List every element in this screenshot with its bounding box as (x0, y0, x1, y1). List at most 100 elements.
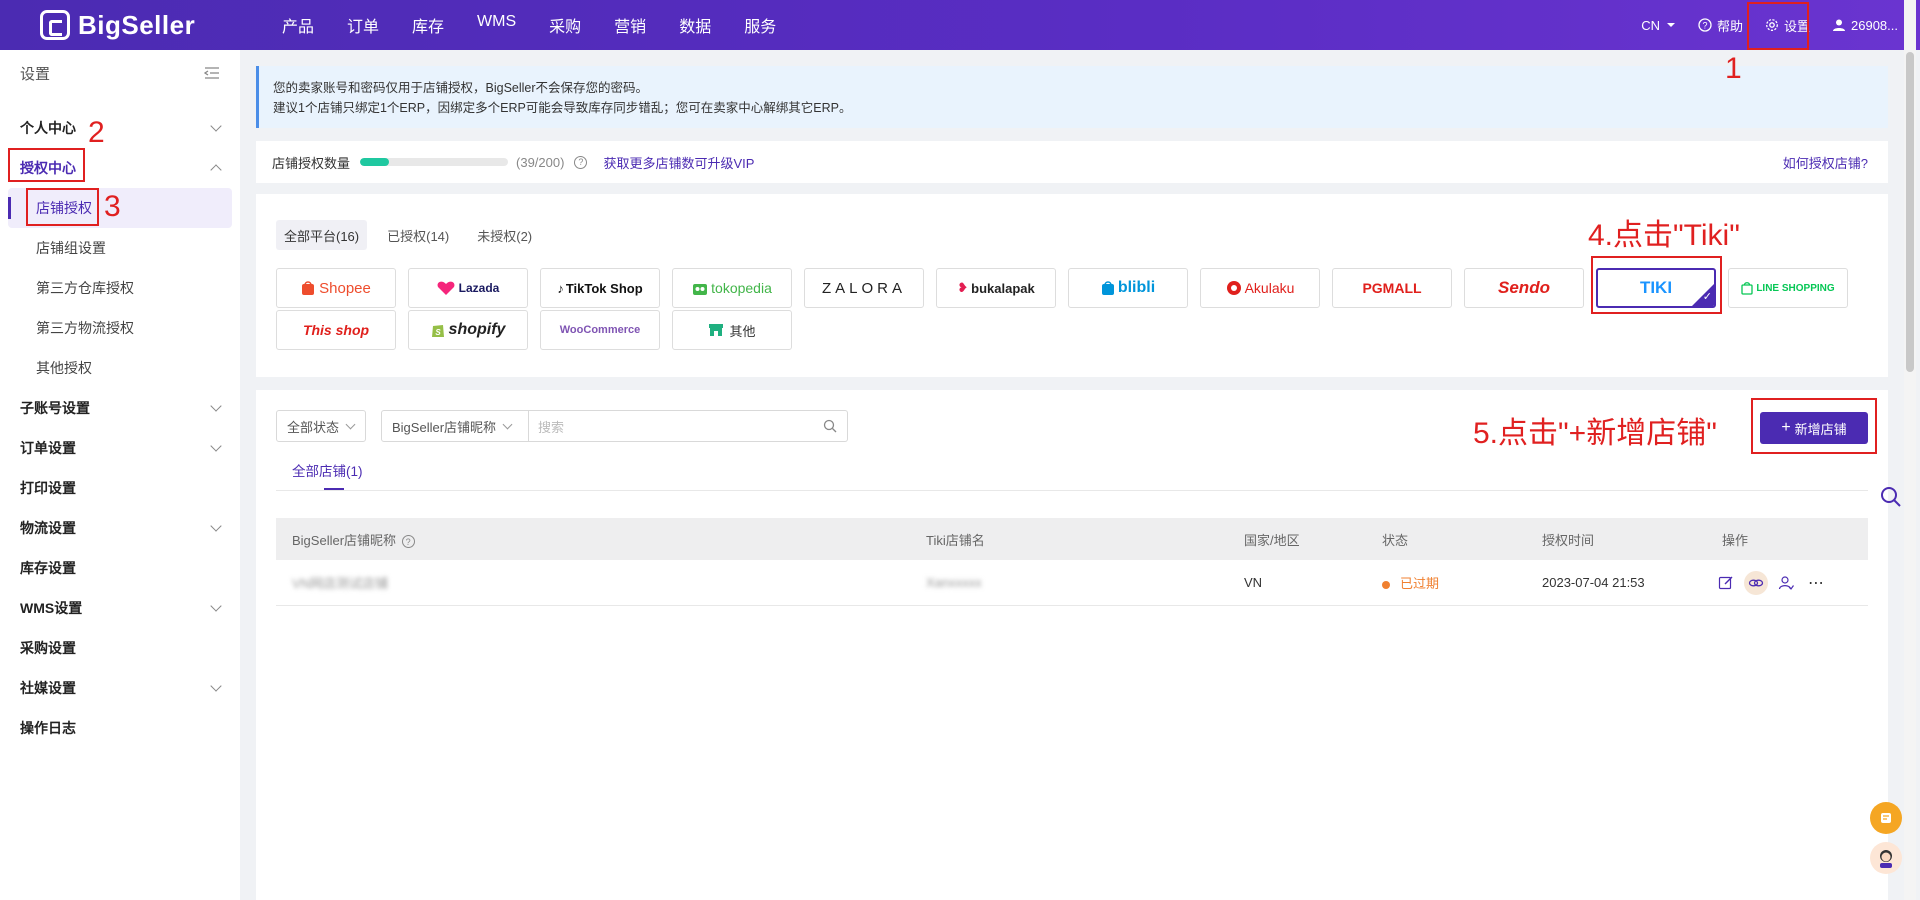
platform-shopify[interactable]: S shopify (408, 310, 528, 350)
support-avatar-icon[interactable] (1870, 842, 1902, 874)
nav-products[interactable]: 产品 (282, 13, 314, 37)
platform-tiktok-shop[interactable]: ♪ TikTok Shop (540, 268, 660, 308)
platform-blibli[interactable]: blibli (1068, 268, 1188, 308)
user-manage-icon[interactable] (1774, 571, 1798, 595)
how-to-authorize-link[interactable]: 如何授权店铺? (1783, 153, 1868, 172)
annotation-step-3: 3 (104, 190, 121, 223)
chevron-down-icon (345, 419, 356, 429)
search-field-select[interactable]: BigSeller店铺昵称 (381, 410, 529, 442)
nav-purchase[interactable]: 采购 (549, 13, 581, 37)
bigseller-logo[interactable]: BigSeller (40, 10, 220, 41)
more-icon[interactable]: ⋯ (1804, 571, 1828, 595)
platform-bukalapak[interactable]: ❥ bukalapak (936, 268, 1056, 308)
platform-pgmall[interactable]: PGMALL (1332, 268, 1452, 308)
sidebar-item-label: 子账号设置 (20, 400, 90, 416)
tab-divider (276, 490, 1868, 491)
quota-help-icon[interactable]: ? (574, 155, 588, 169)
sidebar-item-label: 打印设置 (20, 480, 76, 496)
status-dot (1382, 580, 1390, 589)
platform-woocommerce[interactable]: WooCommerce (540, 310, 660, 350)
blibli-bag-icon (1101, 281, 1114, 295)
help-circle-icon[interactable]: ? (401, 535, 415, 548)
search-field-value: BigSeller店铺昵称 (392, 419, 497, 435)
sidebar-item-personal-center[interactable]: 个人中心 (0, 108, 240, 148)
sidebar-item-label: 订单设置 (20, 440, 76, 456)
platform-line-shopping[interactable]: LINE SHOPPING (1728, 268, 1848, 308)
scrollbar-track[interactable] (1904, 0, 1916, 900)
user-name: 26908... (1851, 17, 1898, 33)
col-status: 状态 (1382, 532, 1409, 548)
nav-services[interactable]: 服务 (744, 13, 776, 37)
sidebar-item-inventory-settings[interactable]: 库存设置 (0, 548, 240, 588)
sidebar-item-label: 操作日志 (20, 720, 76, 736)
user-menu[interactable]: 26908... (1832, 18, 1898, 33)
platform-akulaku[interactable]: Akulaku (1200, 268, 1320, 308)
platform-zalora[interactable]: ZALORA (804, 268, 924, 308)
annotation-step-5: 5.点击"+新增店铺" (1473, 417, 1717, 450)
sidebar-item-wms-settings[interactable]: WMS设置 (0, 588, 240, 628)
nav-marketing[interactable]: 营销 (614, 13, 646, 37)
sidebar-item-store-group[interactable]: 店铺组设置 (0, 228, 240, 268)
platform-shopee[interactable]: Shopee (276, 268, 396, 308)
shopee-bag-icon (302, 281, 315, 295)
upgrade-vip-link[interactable]: 获取更多店铺数可升级VIP (603, 153, 754, 172)
sidebar-item-order-settings[interactable]: 订单设置 (0, 428, 240, 468)
search-float-icon[interactable] (1880, 486, 1902, 508)
chevron-down-icon (210, 120, 222, 132)
tab-unauthorized[interactable]: 未授权(2) (469, 220, 540, 250)
annotation-box-tiki (1591, 256, 1722, 314)
platform-lazada[interactable]: Lazada (408, 268, 528, 308)
link-icon[interactable] (1744, 570, 1768, 595)
tab-authorized[interactable]: 已授权(14) (379, 220, 457, 250)
platform-label: Sendo (1498, 278, 1550, 297)
platform-thisshop[interactable]: This shop (276, 310, 396, 350)
platform-label: WooCommerce (559, 324, 641, 336)
sidebar-item-print-settings[interactable]: 打印设置 (0, 468, 240, 508)
platform-label: Shopee (319, 279, 371, 297)
platform-label: LINE SHOPPING (1756, 282, 1835, 294)
chevron-down-icon (210, 520, 222, 532)
platform-label: Lazada (458, 281, 500, 295)
sidebar-item-other-auth[interactable]: 其他授权 (0, 348, 240, 388)
sidebar-item-3pl-logistics[interactable]: 第三方物流授权 (0, 308, 240, 348)
collapse-menu-icon[interactable] (204, 66, 220, 80)
shopify-bag-icon: S (431, 325, 444, 337)
sidebar-item-label: 个人中心 (20, 120, 76, 136)
platform-label: PGMALL (1362, 280, 1422, 296)
sidebar-header: 设置 (0, 50, 240, 96)
tab-all-stores[interactable]: 全部店铺(1) (292, 460, 363, 480)
search-icon[interactable] (823, 419, 837, 433)
sidebar-item-label: 其他授权 (36, 360, 92, 376)
line-bag-icon (1741, 282, 1753, 295)
sidebar-item-social-settings[interactable]: 社媒设置 (0, 668, 240, 708)
cell-tiki-name: Xanxxxxx (926, 575, 982, 590)
scrollbar-thumb[interactable] (1906, 52, 1914, 372)
notice-float-icon[interactable] (1870, 802, 1902, 834)
quota-progress (360, 158, 509, 166)
sidebar-item-purchase-settings[interactable]: 采购设置 (0, 628, 240, 668)
sidebar-item-subaccount[interactable]: 子账号设置 (0, 388, 240, 428)
col-auth-time: 授权时间 (1542, 532, 1595, 548)
nav-data[interactable]: 数据 (679, 13, 711, 37)
platform-tokopedia[interactable]: tokopedia (672, 268, 792, 308)
status-filter-select[interactable]: 全部状态 (276, 410, 366, 442)
edit-icon[interactable] (1714, 571, 1738, 595)
annotation-step-2: 2 (88, 116, 105, 149)
search-input[interactable]: 搜索 (528, 410, 848, 442)
help-button[interactable]: ? 帮助 (1698, 16, 1743, 35)
language-selector[interactable]: CN (1641, 18, 1676, 33)
logo-icon (40, 10, 70, 40)
platform-sendo[interactable]: Sendo (1464, 268, 1584, 308)
nav-inventory[interactable]: 库存 (412, 13, 444, 37)
sidebar-item-label: WMS设置 (20, 600, 83, 616)
sidebar-item-3pl-warehouse[interactable]: 第三方仓库授权 (0, 268, 240, 308)
platform-other[interactable]: 其他 (672, 310, 792, 350)
platform-label: 其他 (729, 323, 756, 339)
svg-text:S: S (435, 328, 441, 337)
tab-all-platforms[interactable]: 全部平台(16) (276, 220, 368, 250)
sidebar-item-logistics-settings[interactable]: 物流设置 (0, 508, 240, 548)
nav-wms[interactable]: WMS (477, 13, 516, 37)
nav-orders[interactable]: 订单 (347, 13, 379, 37)
col-country: 国家/地区 (1244, 532, 1300, 548)
sidebar-item-operation-log[interactable]: 操作日志 (0, 708, 240, 748)
